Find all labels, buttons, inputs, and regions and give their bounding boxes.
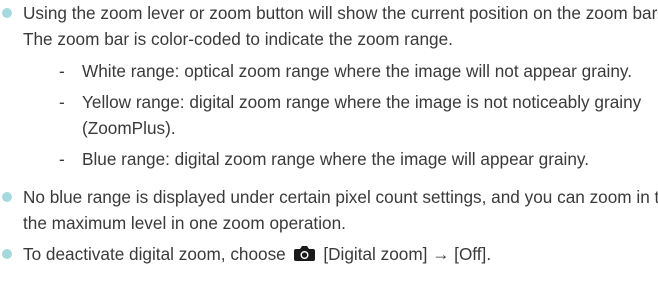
sub-item-yellow-range: - Yellow range: digital zoom range where… — [23, 89, 658, 141]
sub-item-text: White range: optical zoom range where th… — [82, 61, 632, 81]
bullet-text: No blue range is displayed under certain… — [23, 187, 658, 233]
dash-marker: - — [59, 92, 65, 112]
bullet-item-no-blue-range: No blue range is displayed under certain… — [0, 184, 658, 236]
sub-item-blue-range: - Blue range: digital zoom range where t… — [23, 146, 658, 172]
bullet-text: Using the zoom lever or zoom button will… — [23, 3, 658, 49]
sub-item-white-range: - White range: optical zoom range where … — [23, 58, 658, 84]
bullet-item-zoom-bar: Using the zoom lever or zoom button will… — [0, 0, 658, 172]
camera-icon — [293, 246, 315, 261]
sub-list: - White range: optical zoom range where … — [23, 58, 658, 172]
bullet-text-after-icon: [Digital zoom] → [Off]. — [323, 244, 492, 264]
sub-item-text: Yellow range: digital zoom range where t… — [82, 92, 642, 138]
bullet-dot-icon — [2, 249, 12, 259]
bullet-item-deactivate-digital-zoom: To deactivate digital zoom, choose [Digi… — [0, 241, 658, 267]
sub-item-text: Blue range: digital zoom range where the… — [82, 149, 589, 169]
bullet-dot-icon — [2, 8, 12, 18]
dash-marker: - — [59, 61, 65, 81]
bullet-text: To deactivate digital zoom, choose [Digi… — [23, 241, 658, 267]
bullet-dot-icon — [2, 192, 12, 202]
dash-marker: - — [59, 149, 65, 169]
bullet-text-before-icon: To deactivate digital zoom, choose — [23, 244, 286, 264]
